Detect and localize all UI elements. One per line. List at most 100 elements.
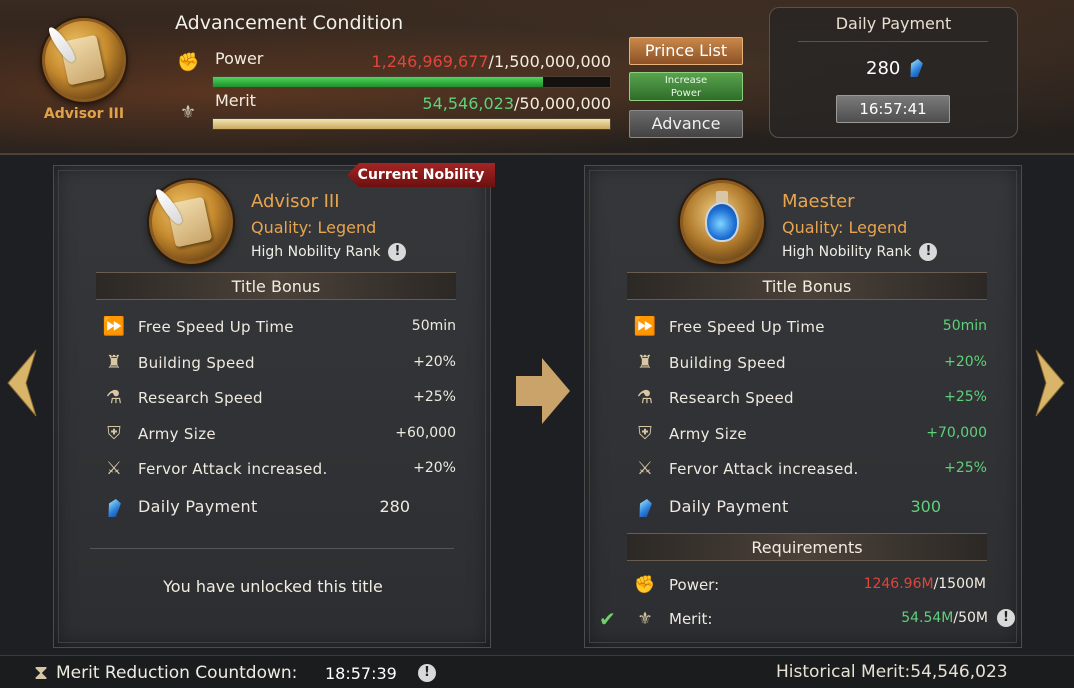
advisor-medal-icon [42,18,126,102]
title-name: Advisor III [251,191,340,212]
merit-progress-fill [213,119,610,129]
bonus-value: 50min [411,318,456,334]
bonus-value: +20% [413,460,456,476]
info-icon[interactable]: ! [388,243,407,261]
bonus-label: Army Size [138,425,216,443]
bonus-label: Building Speed [138,354,255,372]
requirement-total: /1500M [933,576,986,592]
bonus-label: Army Size [669,425,747,443]
crossed-swords-icon: ⚔ [636,458,654,479]
requirement-value: 54.54M/50M [901,610,988,626]
bonus-value: 300 [910,497,941,516]
bonus-label: Daily Payment [138,497,258,516]
merit-current: 54,546,023 [422,94,514,113]
requirement-value: 1246.96M/1500M [864,576,986,592]
gem-icon [106,499,122,517]
advance-direction-arrow-icon [516,358,570,424]
historical-merit: Historical Merit:54,546,023 [776,662,1008,682]
bonus-value: +70,000 [926,425,987,441]
power-fist-icon: ✊ [634,575,656,595]
bonus-label: Research Speed [669,389,794,407]
merit-value: 54,546,023/50,000,000 [331,94,611,113]
requirement-current: 54.54M [901,610,954,626]
title-rank: High Nobility Rank! [251,243,407,261]
current-rank-name: Advisor III [43,106,125,122]
bonus-row-building-speed: ♜ Building Speed +20% [631,350,987,376]
daily-payment-divider [798,41,988,42]
title-bonus-header: Title Bonus [96,272,456,300]
bonus-label: Research Speed [138,389,263,407]
current-nobility-tag: Current Nobility [347,163,495,187]
bonus-row-free-speed: ⏩ Free Speed Up Time 50min [631,314,987,340]
bonus-label: Daily Payment [669,497,789,516]
bonus-value: +25% [944,389,987,405]
army-size-icon: ⛨ [638,423,652,444]
advance-button[interactable]: Advance [629,110,743,138]
title-rank: High Nobility Rank! [782,243,938,261]
free-speed-icon: ⏩ [633,316,657,337]
bonus-row-army-size: ⛨ Army Size +70,000 [631,421,987,447]
merit-countdown-time: 18:57:39 [325,664,397,683]
title-quality: Quality: Legend [251,218,377,237]
info-icon[interactable]: ! [418,664,436,682]
power-total: /1,500,000,000 [488,52,611,71]
bonus-row-fervor-attack: ⚔ Fervor Attack increased. +20% [100,456,456,482]
requirements-header: Requirements [627,533,987,561]
next-title-panel: Maester Quality: Legend High Nobility Ra… [584,165,1022,648]
bonus-label: Free Speed Up Time [669,318,825,336]
bonus-value: 280 [379,497,410,516]
free-speed-icon: ⏩ [102,316,126,337]
title-quality: Quality: Legend [782,218,908,237]
building-speed-icon: ♜ [105,352,123,373]
bonus-label: Fervor Attack increased. [669,460,859,478]
requirement-power: ✊ Power: 1246.96M/1500M [631,573,1011,597]
bonus-value: +60,000 [395,425,456,441]
advancement-title: Advancement Condition [175,12,404,34]
bonus-row-daily-payment: Daily Payment 300 [631,495,987,521]
power-current: 1,246,969,677 [371,52,489,71]
daily-payment-timer[interactable]: 16:57:41 [836,95,950,123]
power-progress-bar [212,76,611,88]
army-size-icon: ⛨ [107,423,121,444]
hourglass-icon: ⧗ [34,660,49,684]
bonus-row-research-speed: ⚗ Research Speed +25% [100,385,456,411]
requirement-total: /50M [953,610,988,626]
crossed-swords-icon: ⚔ [105,458,123,479]
merit-shield-icon: ⚜ [637,609,653,629]
requirement-label: Merit: [669,610,713,628]
increase-power-line2: Power [670,88,702,99]
title-name: Maester [782,191,855,212]
bonus-row-research-speed: ⚗ Research Speed +25% [631,385,987,411]
bonus-row-building-speed: ♜ Building Speed +20% [100,350,456,376]
info-icon[interactable]: ! [919,243,938,261]
header: Advisor III Advancement Condition ✊ Powe… [0,0,1074,155]
increase-power-button[interactable]: Increase Power [629,72,743,101]
prince-list-button[interactable]: Prince List [629,37,743,65]
daily-payment-title: Daily Payment [835,14,952,33]
requirement-label: Power: [669,576,720,594]
power-label: Power [215,49,264,68]
gem-icon [637,499,653,517]
increase-power-line1: Increase [664,75,708,86]
title-rank-text: High Nobility Rank [782,244,912,260]
requirement-merit: ✔ ⚜ Merit: 54.54M/50M ! [599,607,1015,631]
bonus-row-free-speed: ⏩ Free Speed Up Time 50min [100,314,456,340]
daily-payment-box: Daily Payment 280 16:57:41 [769,7,1018,138]
gem-icon [908,59,924,77]
research-speed-icon: ⚗ [636,387,654,408]
bonus-value: +20% [413,354,456,370]
advisor-medal-icon [149,180,233,264]
previous-arrow-icon[interactable] [4,348,40,418]
bonus-label: Fervor Attack increased. [138,460,328,478]
current-title-panel: Current Nobility Advisor III Quality: Le… [53,163,495,648]
merit-countdown-label: Merit Reduction Countdown: [56,663,298,683]
title-bonus-header: Title Bonus [627,272,987,300]
power-progress-fill [213,77,543,87]
info-icon[interactable]: ! [997,609,1015,627]
bonus-value: +20% [944,354,987,370]
daily-payment-amount: 280 [866,58,901,79]
power-value: 1,246,969,677/1,500,000,000 [331,52,611,71]
next-arrow-icon[interactable] [1032,348,1068,418]
merit-progress-bar [212,118,611,130]
merit-shield-icon: ⚜ [179,102,197,123]
